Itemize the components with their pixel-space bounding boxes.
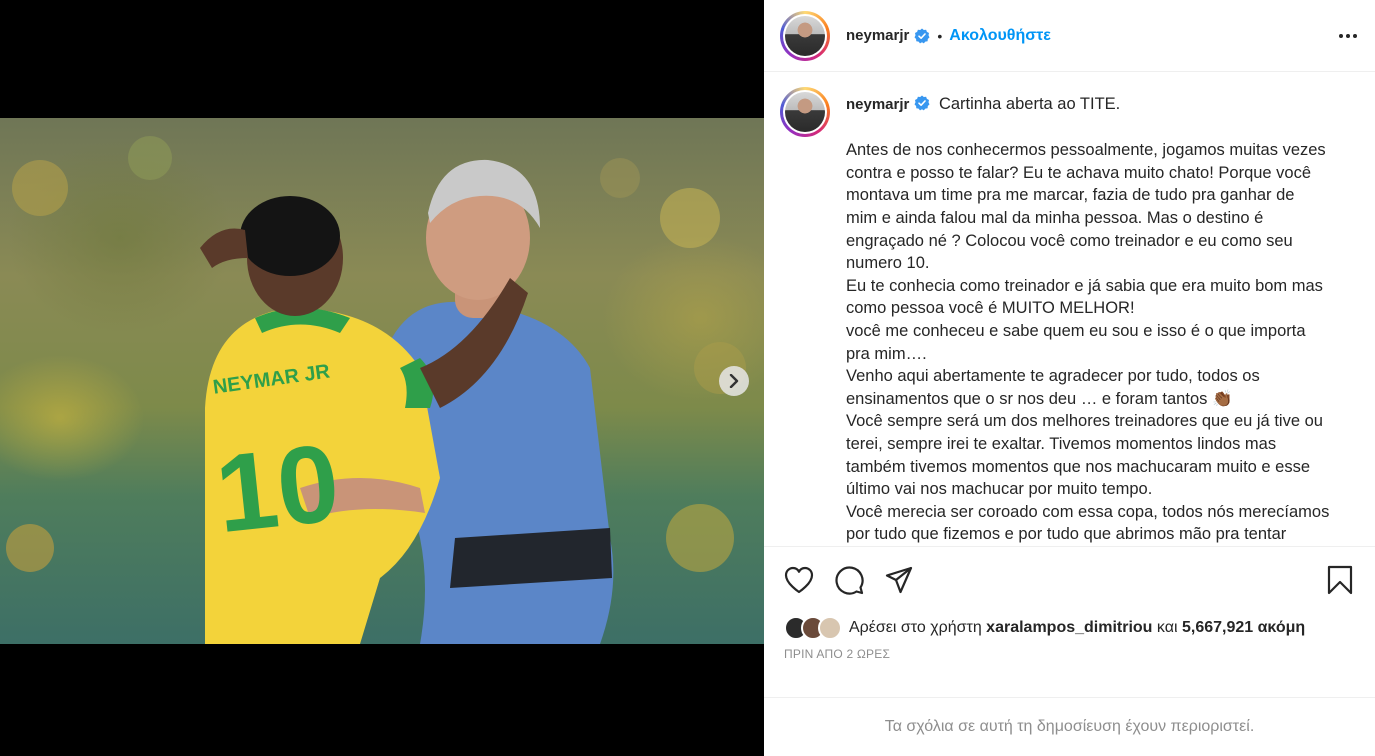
jersey-number: 10	[210, 421, 345, 556]
header-separator: •	[937, 27, 943, 44]
liker-avatars[interactable]	[784, 616, 842, 640]
verified-badge-icon	[914, 28, 930, 44]
caption-line: Eu te conhecia como treinador e já sabia…	[846, 276, 1323, 295]
chevron-right-icon	[729, 374, 739, 388]
likes-prefix: Αρέσει στο χρήστη	[849, 619, 982, 636]
post-header: neymarjr • Ακολουθήστε	[764, 0, 1375, 72]
caption-line: numero 10.	[846, 254, 930, 273]
likes-count-link[interactable]: 5,667,921 ακόμη	[1182, 619, 1305, 636]
caption-line: contra e posso te falar? Eu te achava mu…	[846, 163, 1312, 182]
author-username[interactable]: neymarjr	[846, 27, 909, 44]
verified-badge-icon	[914, 95, 930, 111]
liker-avatar	[818, 616, 842, 640]
caption-line: último vai nos machucar por muito tempo.	[846, 480, 1153, 499]
bookmark-icon	[1327, 565, 1353, 595]
caption-line: engraçado né ? Colocou você como treinad…	[846, 231, 1293, 250]
post-media-viewer: 10 NEYMAR JR	[0, 0, 764, 756]
caption-author-avatar[interactable]	[780, 87, 830, 137]
caption-line: Você merecia ser coroado com essa copa, …	[846, 502, 1330, 521]
follow-button[interactable]: Ακολουθήστε	[949, 27, 1051, 45]
post-timestamp[interactable]: ΠΡΙΝ ΑΠΟ 2 ΩΡΕΣ	[764, 647, 1375, 661]
avatar-image	[785, 15, 825, 56]
action-bar	[764, 547, 1375, 613]
likes-text: Αρέσει στο χρήστη xaralampos_dimitriou κ…	[849, 619, 1305, 637]
comment-button[interactable]	[832, 563, 866, 597]
caption-line: você me conheceu e sabe quem eu sou e is…	[846, 321, 1306, 340]
comments-disabled-notice: Τα σχόλια σε αυτή τη δημοσίευση έχουν πε…	[764, 697, 1375, 756]
share-button[interactable]	[882, 563, 916, 597]
caption-line: também tivemos momentos que nos machucar…	[846, 457, 1311, 476]
caption-title: Cartinha aberta ao TITE.	[938, 95, 1121, 113]
caption-text: neymarjr Cartinha aberta ao TITE. Antes …	[846, 87, 1341, 546]
caption-line: Você sempre será um dos melhores treinad…	[846, 412, 1323, 431]
caption-line: montava um time pra me marcar, fazia de …	[846, 186, 1295, 205]
caption-line: como pessoa você é MUITO MELHOR!	[846, 299, 1135, 318]
caption-line: mim e ainda falou mal da minha pessoa. M…	[846, 208, 1264, 227]
caption-line: pra mim….	[846, 344, 927, 363]
carousel-next-button[interactable]	[719, 366, 749, 396]
heart-icon	[784, 566, 814, 594]
post-footer: Αρέσει στο χρήστη xaralampos_dimitriou κ…	[764, 546, 1375, 661]
post-details-panel: neymarjr • Ακολουθήστε neymarjr Cartinha…	[764, 0, 1375, 756]
photo-illustration: 10 NEYMAR JR	[6, 136, 746, 644]
caption-line: ensinamentos que o sr nos deu … e foram …	[846, 389, 1233, 408]
save-button[interactable]	[1323, 563, 1357, 597]
liked-by-user-link[interactable]: xaralampos_dimitriou	[986, 619, 1152, 636]
likes-summary: Αρέσει στο χρήστη xaralampos_dimitriou κ…	[764, 613, 1375, 643]
like-button[interactable]	[782, 563, 816, 597]
more-options-icon[interactable]	[1337, 28, 1359, 44]
comment-icon	[835, 566, 864, 595]
likes-conjunction: και	[1156, 619, 1178, 636]
share-icon	[885, 566, 913, 594]
author-avatar[interactable]	[780, 10, 830, 61]
caption-line: por tudo que fizemos e por tudo que abri…	[846, 525, 1287, 544]
caption-line: Antes de nos conhecermos pessoalmente, j…	[846, 141, 1326, 160]
post-photo: 10 NEYMAR JR	[0, 118, 764, 644]
caption-section: neymarjr Cartinha aberta ao TITE. Antes …	[764, 73, 1375, 546]
caption-line: terei, sempre irei te exaltar. Tivemos m…	[846, 434, 1277, 453]
caption-line: Venho aqui abertamente te agradecer por …	[846, 367, 1260, 386]
avatar-image	[785, 92, 825, 132]
caption-paragraphs: Antes de nos conhecermos pessoalmente, j…	[846, 139, 1341, 546]
caption-username[interactable]: neymarjr	[846, 96, 909, 113]
